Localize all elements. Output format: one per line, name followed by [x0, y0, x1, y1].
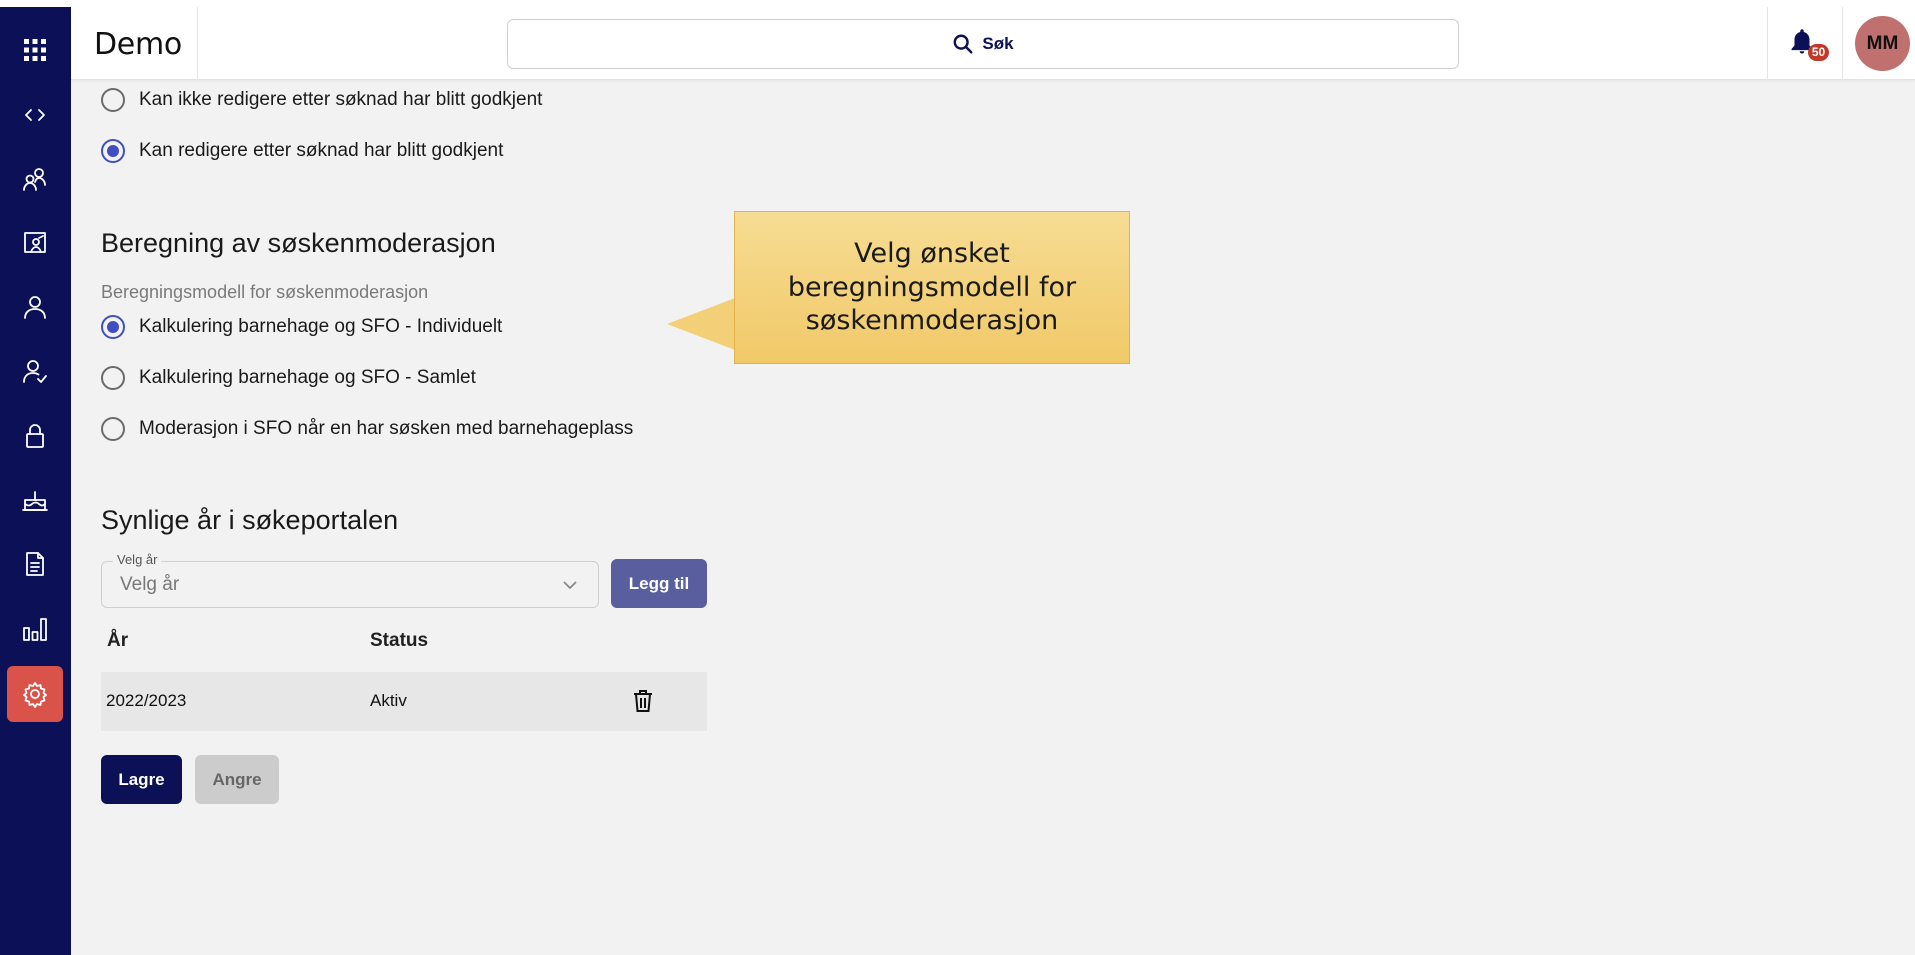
trash-icon[interactable] [632, 689, 654, 713]
avatar[interactable]: MM [1855, 16, 1910, 71]
app-title: Demo [94, 27, 182, 62]
calc-option-combined[interactable]: Kalkulering barnehage og SFO - Samlet [101, 366, 476, 390]
document-icon[interactable] [7, 536, 63, 592]
divider [1767, 7, 1768, 80]
bar-chart-icon[interactable] [7, 601, 63, 657]
add-year-button[interactable]: Legg til [611, 559, 707, 608]
top-strip [0, 0, 1915, 7]
select-placeholder: Velg år [120, 574, 180, 595]
column-header-status: Status [370, 630, 429, 651]
cell-status: Aktiv [370, 691, 407, 710]
year-select[interactable]: Velg år Velg år [101, 552, 599, 608]
select-legend: Velg år [113, 552, 162, 567]
radio-label: Kan redigere etter søknad har blitt godk… [139, 140, 504, 161]
radio-button-checked[interactable] [101, 139, 125, 163]
calc-option-individual[interactable]: Kalkulering barnehage og SFO - Individue… [101, 315, 502, 339]
callout-pointer [667, 298, 735, 350]
section-title-sibling-discount: Beregning av søskenmoderasjon [101, 228, 496, 258]
user-check-icon[interactable] [7, 343, 63, 399]
table-row: 2022/2023 Aktiv [101, 672, 707, 731]
divider [1842, 7, 1843, 80]
edit-option-can-edit[interactable]: Kan redigere etter søknad har blitt godk… [101, 139, 503, 163]
search-label: Søk [982, 34, 1014, 53]
cake-icon[interactable] [7, 472, 63, 528]
radio-button-checked[interactable] [101, 315, 125, 339]
calc-option-sfo-moderation[interactable]: Moderasjon i SFO når en har søsken med b… [101, 417, 633, 441]
radio-label: Kalkulering barnehage og SFO - Samlet [139, 367, 476, 388]
undo-button[interactable]: Angre [195, 755, 279, 804]
notifications-button[interactable]: 50 [1788, 27, 1829, 61]
section-title-visible-years: Synlige år i søkeportalen [101, 505, 399, 535]
chevron-down-icon [562, 577, 578, 593]
gear-icon[interactable] [7, 666, 63, 722]
cell-year: 2022/2023 [106, 691, 187, 710]
radio-button[interactable] [101, 366, 125, 390]
user-icon[interactable] [7, 279, 63, 335]
radio-button[interactable] [101, 417, 125, 441]
lock-icon[interactable] [7, 408, 63, 464]
radio-label: Kalkulering barnehage og SFO - Individue… [139, 316, 503, 337]
radio-label: Kan ikke redigere etter søknad har blitt… [139, 89, 543, 110]
guide-callout: Velg ønsket beregningsmodell for søskenm… [734, 211, 1130, 364]
people-network-icon[interactable] [7, 151, 63, 207]
app-header: Demo Søk 50 MM [71, 7, 1915, 80]
presentation-people-icon[interactable] [7, 215, 63, 271]
notification-badge: 50 [1808, 44, 1829, 61]
code-icon[interactable] [7, 87, 63, 143]
column-header-year: År [107, 630, 129, 651]
search-bar[interactable]: Søk [507, 19, 1459, 69]
sidebar [0, 7, 71, 955]
radio-button[interactable] [101, 88, 125, 112]
divider [197, 7, 198, 80]
save-button[interactable]: Lagre [101, 755, 182, 804]
radio-label: Moderasjon i SFO når en har søsken med b… [139, 418, 634, 439]
edit-option-no-edit[interactable]: Kan ikke redigere etter søknad har blitt… [101, 88, 542, 112]
field-label-calculation-model: Beregningsmodell for søskenmoderasjon [101, 282, 429, 302]
apps-grid-icon[interactable] [7, 22, 63, 78]
search-icon [953, 34, 973, 54]
